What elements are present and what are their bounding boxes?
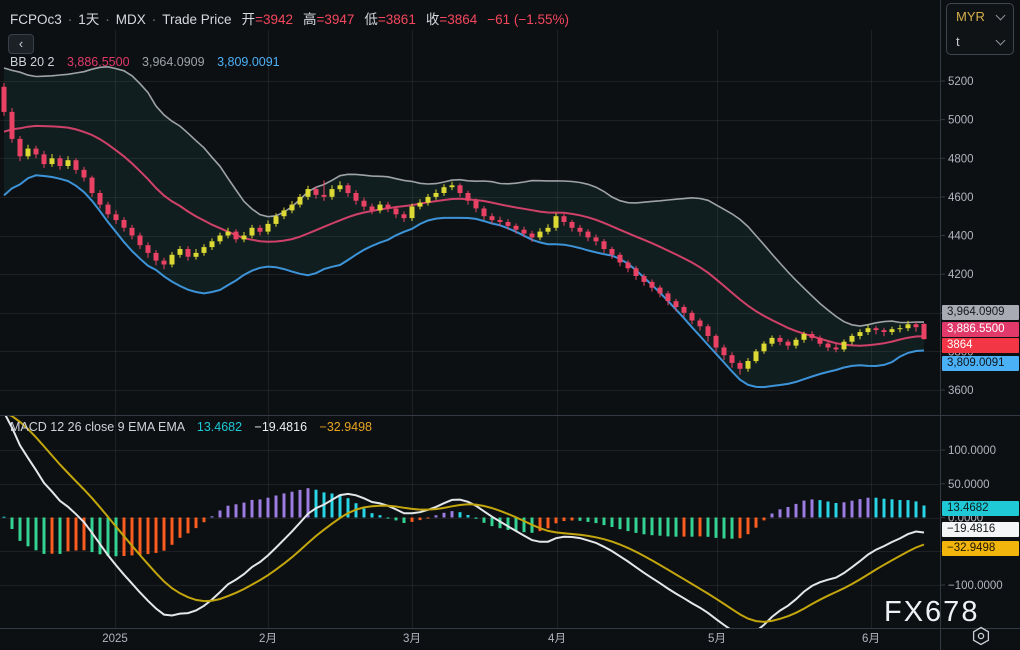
- price-badge-bb-upper: 3,964.0909: [942, 305, 1019, 320]
- candle: [10, 108, 15, 143]
- svg-text:2025: 2025: [102, 633, 128, 645]
- trading-chart-window: 520050004800460044004200400038003600100.…: [0, 0, 1020, 650]
- svg-text:4600: 4600: [948, 192, 974, 204]
- ohlc-item: 开=3942: [242, 12, 293, 27]
- macd-legend-title: MACD 12 26 close 9 EMA EMA: [10, 420, 184, 434]
- macd-badge-histogram: 13.4682: [942, 501, 1019, 516]
- svg-text:3月: 3月: [403, 633, 421, 645]
- candle: [922, 323, 927, 340]
- watermark: FX678: [884, 596, 979, 629]
- exchange-label: MDX: [116, 12, 146, 27]
- separator-dot: ·: [68, 12, 73, 27]
- svg-text:100.0000: 100.0000: [948, 445, 996, 457]
- price-badge-last-price: 3864: [942, 338, 1019, 353]
- svg-text:5200: 5200: [948, 76, 974, 88]
- bb-indicator-legend[interactable]: BB 20 2 3,886.5500 3,964.0909 3,809.0091: [10, 55, 280, 69]
- back-chevron-icon: ‹: [19, 36, 23, 51]
- price-badge-bb-basis: 3,886.5500: [942, 322, 1019, 337]
- symbol-info-bar: FCPOc3 · 1天 · MDX · Trade Price 开=3942 高=3947 低=3…: [10, 8, 569, 28]
- chevron-down-icon: [996, 11, 1006, 21]
- separator-dot: ·: [152, 12, 157, 27]
- svg-text:50.0000: 50.0000: [948, 479, 990, 491]
- svg-text:2月: 2月: [259, 633, 277, 645]
- svg-text:−100.0000: −100.0000: [948, 580, 1003, 592]
- ohlc-item: 高=3947: [303, 12, 354, 27]
- chevron-down-icon: [996, 36, 1006, 46]
- settings-icon[interactable]: [966, 626, 998, 648]
- candle: [2, 83, 7, 116]
- ohlc-item: 低=3861: [364, 12, 415, 27]
- separator-dot: ·: [105, 12, 110, 27]
- svg-text:4800: 4800: [948, 153, 974, 165]
- price-badge-bb-lower: 3,809.0091: [942, 356, 1019, 371]
- symbol-name[interactable]: FCPOc3: [10, 12, 62, 27]
- change-readout: −61 (−1.55%): [487, 12, 569, 27]
- bb-lower-value: 3,809.0091: [217, 55, 280, 69]
- bb-upper-value: 3,964.0909: [142, 55, 205, 69]
- macd-signal-value: −32.9498: [320, 420, 372, 434]
- unit-dropdown[interactable]: t: [947, 29, 1013, 54]
- chart-canvas[interactable]: 520050004800460044004200400038003600100.…: [0, 0, 1020, 650]
- svg-text:4400: 4400: [948, 231, 974, 243]
- svg-text:6月: 6月: [862, 633, 880, 645]
- svg-text:5月: 5月: [708, 633, 726, 645]
- bb-legend-title: BB 20 2: [10, 55, 54, 69]
- macd-badge-signal-line: −32.9498: [942, 541, 1019, 556]
- macd-badge-macd-line: −19.4816: [942, 522, 1019, 537]
- svg-text:4200: 4200: [948, 269, 974, 281]
- svg-text:4月: 4月: [548, 633, 566, 645]
- currency-label: MYR: [956, 9, 985, 24]
- unit-label: t: [956, 34, 960, 49]
- ohlc-readout: 开=3942 高=3947 低=3861 收=3864: [232, 12, 478, 27]
- bb-basis-value: 3,886.5500: [67, 55, 130, 69]
- back-button[interactable]: ‹: [8, 34, 34, 54]
- svg-text:3600: 3600: [948, 385, 974, 397]
- macd-histogram-value: 13.4682: [197, 420, 242, 434]
- macd-line-value: −19.4816: [255, 420, 307, 434]
- currency-unit-box: MYR t: [946, 3, 1014, 55]
- svg-text:5000: 5000: [948, 115, 974, 127]
- series-type-label: Trade Price: [162, 12, 231, 27]
- macd-indicator-legend[interactable]: MACD 12 26 close 9 EMA EMA 13.4682 −19.4…: [10, 420, 372, 434]
- ohlc-item: 收=3864: [426, 12, 477, 27]
- currency-dropdown[interactable]: MYR: [947, 4, 1013, 29]
- interval-label[interactable]: 1天: [78, 12, 99, 27]
